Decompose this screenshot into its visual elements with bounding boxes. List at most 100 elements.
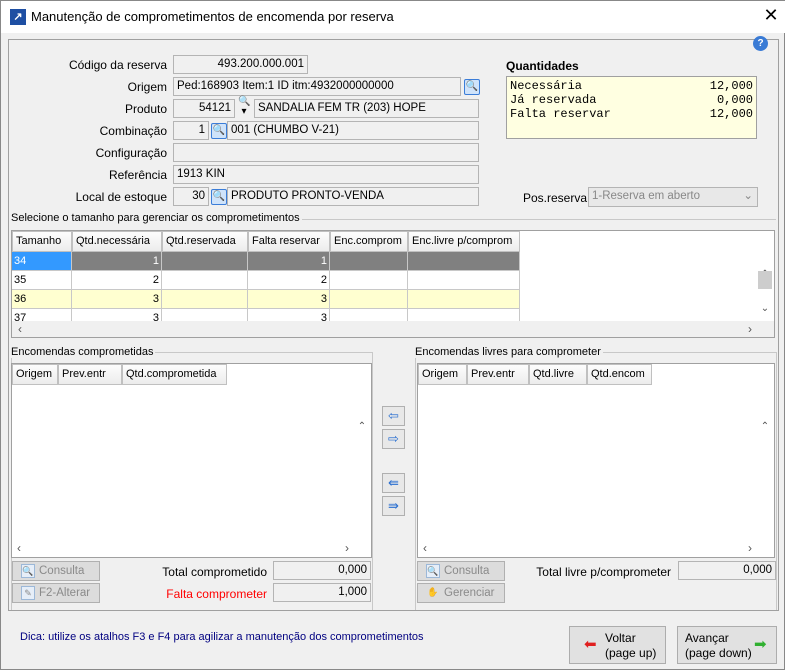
scroll-down-icon[interactable]: ⌄ (756, 303, 774, 314)
column-header[interactable]: Origem (418, 364, 467, 385)
pos-reserva-select[interactable]: 1-Reserva em aberto ⌄ (588, 187, 758, 207)
qty-row: Falta reservar 12,000 (510, 107, 753, 121)
scroll-right-icon[interactable]: › (748, 322, 752, 336)
configuracao-field[interactable] (173, 143, 479, 162)
dialog-window: ↗ Manutenção de comprometimentos de enco… (0, 0, 785, 670)
column-header[interactable]: Prev.entr (467, 364, 529, 385)
gerenciar-button[interactable]: ✋ Gerenciar (417, 583, 505, 603)
table-cell: 36 (12, 290, 72, 309)
qty-label: Falta reservar (510, 107, 611, 121)
produto-search-dropdown-icon[interactable]: 🔍 ▾ (238, 97, 250, 117)
table-cell (408, 290, 520, 309)
arrow-right-icon: ➡ (754, 636, 767, 653)
table-row[interactable]: 34 1 1 (12, 252, 520, 271)
avancar-shortcut: (page down) (685, 646, 752, 660)
total-comprometido-label: Total comprometido (162, 565, 267, 579)
column-header[interactable]: Enc.livre p/comprom (408, 231, 520, 252)
uncommit-all-button[interactable]: ⇛ (382, 496, 405, 516)
table-cell (408, 271, 520, 290)
avancar-button[interactable]: Avançar (page down) ➡ (677, 626, 777, 664)
table-row[interactable]: 36 3 3 (12, 290, 520, 309)
scroll-left-icon[interactable]: ‹ (423, 541, 427, 555)
free-grid[interactable]: OrigemPrev.entrQtd.livreQtd.encom⌃⌄‹› (417, 363, 775, 558)
alterar-button[interactable]: ✎ F2-Alterar (12, 583, 100, 603)
handshake-icon: ✋ (427, 587, 439, 597)
column-header[interactable]: Qtd.livre (529, 364, 587, 385)
button-label: Consulta (39, 565, 85, 577)
button-label: F2-Alterar (39, 587, 91, 599)
origem-search-icon[interactable]: 🔍 (464, 79, 480, 95)
pos-reserva-label: Pos.reserva (523, 191, 588, 205)
table-cell (330, 290, 408, 309)
scroll-right-icon[interactable]: › (748, 541, 752, 555)
origem-field[interactable]: Ped:168903 Item:1 ID itm:4932000000000 (173, 77, 461, 96)
arrow-left-icon: ⬅ (584, 636, 597, 653)
qty-label: Já reservada (510, 93, 597, 107)
help-icon[interactable]: ? (753, 36, 768, 51)
table-cell: 2 (248, 271, 330, 290)
column-header[interactable]: Prev.entr (58, 364, 122, 385)
app-icon: ↗ (10, 9, 26, 25)
table-cell (162, 252, 248, 271)
voltar-button[interactable]: ⬅ Voltar (page up) (569, 626, 666, 664)
combinacao-search-icon[interactable]: 🔍 (211, 123, 227, 139)
column-header[interactable]: Qtd.encom (587, 364, 652, 385)
falta-comprometer-label: Falta comprometer (166, 587, 267, 601)
combinacao-code-field[interactable]: 1 (173, 121, 209, 140)
sizes-grid[interactable]: Tamanho Qtd.necessária Qtd.reservada Falta … (11, 230, 775, 338)
table-cell: 2 (72, 271, 162, 290)
free-group-title: Encomendas livres para comprometer (415, 346, 603, 358)
scroll-left-icon[interactable]: ‹ (17, 541, 21, 555)
column-header[interactable]: Tamanho (12, 231, 72, 252)
produto-code-field[interactable]: 54121 (173, 99, 235, 118)
uncommit-one-button[interactable]: ⇨ (382, 429, 405, 449)
table-cell: 3 (72, 290, 162, 309)
column-header[interactable]: Falta reservar (248, 231, 330, 252)
table-cell: 34 (12, 252, 72, 271)
column-header[interactable]: Enc.comprom (330, 231, 408, 252)
scroll-up-icon[interactable]: ⌃ (353, 421, 371, 432)
column-header[interactable]: Qtd.reservada (162, 231, 248, 252)
horizontal-scrollbar[interactable]: ‹ › (418, 540, 774, 557)
committed-consulta-button[interactable]: 🔍 Consulta (12, 561, 100, 581)
commit-all-button[interactable]: ⇚ (382, 473, 405, 493)
vertical-scrollbar[interactable]: ⌃⌄ (756, 364, 774, 557)
combinacao-label: Combinação (99, 124, 167, 138)
qty-value: 12,000 (709, 107, 753, 121)
horizontal-scrollbar[interactable]: ‹ › (12, 540, 371, 557)
search-icon: 🔍 (21, 564, 35, 578)
scroll-thumb[interactable] (758, 271, 772, 289)
total-livre-field: 0,000 (678, 561, 776, 580)
total-comprometido-field: 0,000 (273, 561, 371, 580)
qty-row: Já reservada 0,000 (510, 93, 753, 107)
horizontal-scrollbar[interactable]: ‹ › (12, 321, 774, 337)
scroll-left-icon[interactable]: ‹ (18, 322, 22, 336)
voltar-shortcut: (page up) (605, 646, 657, 660)
scroll-right-icon[interactable]: › (345, 541, 349, 555)
close-button[interactable]: ✕ (761, 5, 781, 26)
local-search-icon[interactable]: 🔍 (211, 189, 227, 205)
local-code-field[interactable]: 30 (173, 187, 209, 206)
commit-one-button[interactable]: ⇦ (382, 406, 405, 426)
referencia-label: Referência (108, 168, 167, 182)
committed-grid[interactable]: OrigemPrev.entrQtd.comprometida⌃⌄‹› (11, 363, 372, 558)
pos-reserva-value: 1-Reserva em aberto (592, 190, 701, 202)
scroll-up-icon[interactable]: ⌃ (756, 421, 774, 432)
column-header[interactable]: Qtd.necessária (72, 231, 162, 252)
voltar-label: Voltar (605, 631, 636, 645)
vertical-scrollbar[interactable]: ⌃⌄ (756, 231, 774, 321)
codigo-field[interactable]: 493.200.000.001 (173, 55, 308, 74)
table-cell: 1 (72, 252, 162, 271)
free-consulta-button[interactable]: 🔍 Consulta (417, 561, 505, 581)
column-header[interactable]: Qtd.comprometida (122, 364, 227, 385)
origem-label: Origem (127, 80, 167, 94)
table-cell: 35 (12, 271, 72, 290)
qty-row: Necessária 12,000 (510, 79, 753, 93)
button-label: Consulta (444, 565, 490, 577)
produto-label: Produto (124, 102, 167, 116)
table-cell: 3 (248, 290, 330, 309)
tip-text: Dica: utilize os atalhos F3 e F4 para ag… (20, 631, 424, 643)
table-row[interactable]: 35 2 2 (12, 271, 520, 290)
column-header[interactable]: Origem (12, 364, 58, 385)
vertical-scrollbar[interactable]: ⌃⌄ (353, 364, 371, 557)
